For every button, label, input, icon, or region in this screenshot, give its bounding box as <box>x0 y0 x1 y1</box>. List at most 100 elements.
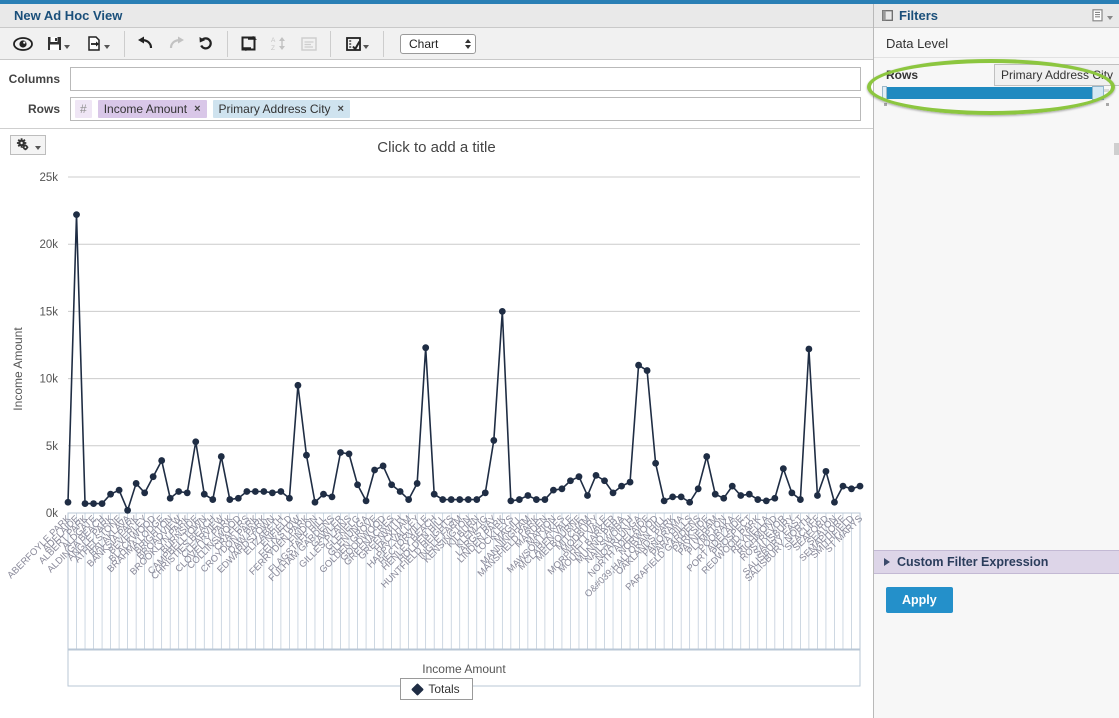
data-point-marker[interactable] <box>124 507 131 514</box>
data-point-marker[interactable] <box>754 496 761 503</box>
visualization-type-select[interactable]: Chart <box>400 34 476 54</box>
display-chevron-down-icon[interactable] <box>363 45 369 49</box>
slider-handle-right[interactable] <box>1092 86 1104 100</box>
data-point-marker[interactable] <box>848 485 855 492</box>
data-point-marker[interactable] <box>806 346 813 353</box>
apply-button[interactable]: Apply <box>886 587 953 613</box>
data-point-marker[interactable] <box>627 479 634 486</box>
data-point-marker[interactable] <box>567 477 574 484</box>
data-point-marker[interactable] <box>218 453 225 460</box>
data-point-marker[interactable] <box>65 499 72 506</box>
data-point-marker[interactable] <box>473 496 480 503</box>
data-point-marker[interactable] <box>209 496 216 503</box>
data-point-marker[interactable] <box>797 496 804 503</box>
data-point-marker[interactable] <box>235 495 242 502</box>
data-point-marker[interactable] <box>831 499 838 506</box>
data-point-marker[interactable] <box>363 498 370 505</box>
data-point-marker[interactable] <box>303 452 310 459</box>
rows-level-slider[interactable] <box>884 86 1112 98</box>
collapse-icon[interactable] <box>882 10 893 21</box>
data-point-marker[interactable] <box>686 499 693 506</box>
data-point-marker[interactable] <box>320 491 327 498</box>
data-point-marker[interactable] <box>116 487 123 494</box>
data-point-marker[interactable] <box>823 468 830 475</box>
remove-field-icon[interactable]: × <box>338 103 344 115</box>
filters-menu-button[interactable] <box>1092 9 1113 22</box>
data-point-marker[interactable] <box>840 483 847 490</box>
data-point-marker[interactable] <box>516 496 523 503</box>
data-point-marker[interactable] <box>550 487 557 494</box>
data-point-marker[interactable] <box>388 481 395 488</box>
rows-field-income-amount[interactable]: Income Amount × <box>98 100 207 118</box>
data-point-marker[interactable] <box>99 500 106 507</box>
data-point-marker[interactable] <box>278 488 285 495</box>
export-button[interactable] <box>78 31 118 57</box>
data-point-marker[interactable] <box>133 480 140 487</box>
data-point-marker[interactable] <box>380 463 387 470</box>
data-point-marker[interactable] <box>542 496 549 503</box>
filters-menu-chevron-down-icon[interactable] <box>1107 16 1113 20</box>
data-point-marker[interactable] <box>763 498 770 505</box>
data-point-marker[interactable] <box>669 493 676 500</box>
switch-group-button[interactable] <box>234 31 264 57</box>
data-point-marker[interactable] <box>107 491 114 498</box>
data-point-marker[interactable] <box>499 308 506 315</box>
data-point-marker[interactable] <box>618 483 625 490</box>
data-point-marker[interactable] <box>175 488 182 495</box>
legend-entry-totals[interactable]: Totals <box>400 678 472 700</box>
spinner-icon[interactable] <box>465 39 471 49</box>
data-point-marker[interactable] <box>788 489 795 496</box>
data-point-marker[interactable] <box>482 489 489 496</box>
data-point-marker[interactable] <box>678 493 685 500</box>
data-point-marker[interactable] <box>73 211 80 218</box>
columns-dropzone[interactable] <box>70 67 861 91</box>
data-point-marker[interactable] <box>644 367 651 374</box>
preview-icon-button[interactable] <box>8 31 38 57</box>
panel-scrollbar[interactable] <box>1114 143 1119 155</box>
data-point-marker[interactable] <box>661 498 668 505</box>
data-point-marker[interactable] <box>746 491 753 498</box>
data-point-marker[interactable] <box>559 485 566 492</box>
revert-button[interactable] <box>191 31 221 57</box>
data-point-marker[interactable] <box>422 344 429 351</box>
data-point-marker[interactable] <box>252 488 259 495</box>
data-point-marker[interactable] <box>720 495 727 502</box>
data-point-marker[interactable] <box>780 465 787 472</box>
data-point-marker[interactable] <box>601 477 608 484</box>
summary-button[interactable] <box>294 31 324 57</box>
data-point-marker[interactable] <box>703 453 710 460</box>
data-point-marker[interactable] <box>397 488 404 495</box>
data-point-marker[interactable] <box>150 473 157 480</box>
data-point-marker[interactable] <box>465 496 472 503</box>
data-point-marker[interactable] <box>593 472 600 479</box>
data-point-marker[interactable] <box>90 500 97 507</box>
data-point-marker[interactable] <box>857 483 864 490</box>
save-chevron-down-icon[interactable] <box>64 45 70 49</box>
data-point-marker[interactable] <box>439 496 446 503</box>
save-button[interactable] <box>38 31 78 57</box>
data-point-marker[interactable] <box>371 467 378 474</box>
data-point-marker[interactable] <box>610 489 617 496</box>
redo-button[interactable] <box>161 31 191 57</box>
data-point-marker[interactable] <box>201 491 208 498</box>
data-point-marker[interactable] <box>814 492 821 499</box>
data-point-marker[interactable] <box>82 500 89 507</box>
custom-filter-expression-section[interactable]: Custom Filter Expression <box>874 550 1119 574</box>
data-point-marker[interactable] <box>507 498 514 505</box>
data-point-marker[interactable] <box>729 483 736 490</box>
rows-field-primary-address-city[interactable]: Primary Address City × <box>213 100 350 118</box>
data-point-marker[interactable] <box>346 450 353 457</box>
data-point-marker[interactable] <box>695 485 702 492</box>
data-point-marker[interactable] <box>635 362 642 369</box>
sort-button[interactable]: A Z <box>264 31 294 57</box>
slider-handle-left[interactable] <box>882 86 887 100</box>
data-point-marker[interactable] <box>226 496 233 503</box>
data-point-marker[interactable] <box>414 480 421 487</box>
data-point-marker[interactable] <box>490 437 497 444</box>
data-point-marker[interactable] <box>456 496 463 503</box>
remove-field-icon[interactable]: × <box>194 103 200 115</box>
data-point-marker[interactable] <box>431 491 438 498</box>
data-point-marker[interactable] <box>448 496 455 503</box>
data-point-marker[interactable] <box>158 457 165 464</box>
data-point-marker[interactable] <box>243 488 250 495</box>
